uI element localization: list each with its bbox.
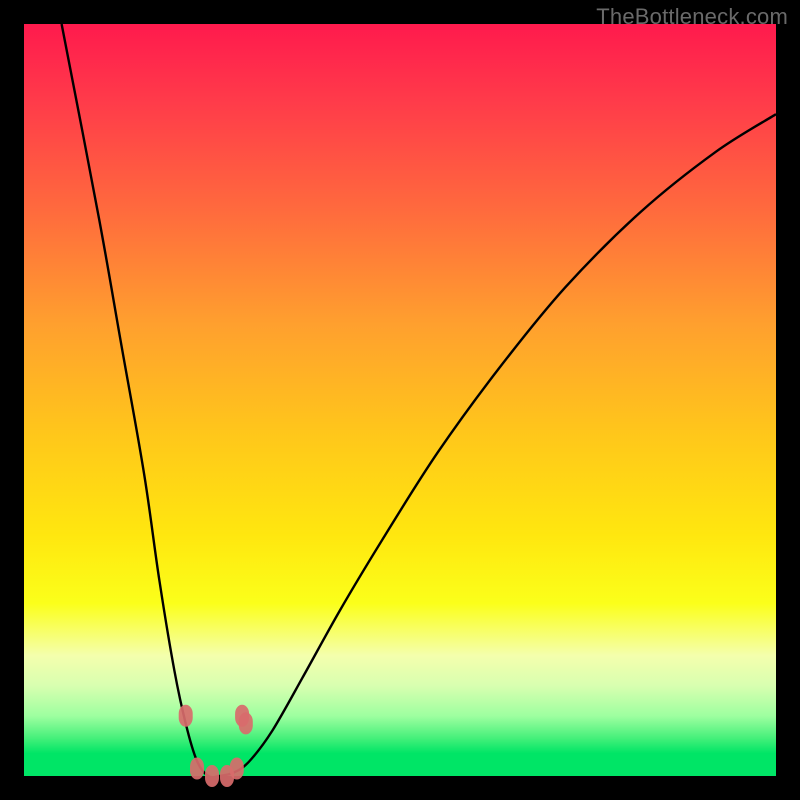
curve-marker	[190, 758, 204, 780]
curve-marker	[179, 705, 193, 727]
curve-marker	[205, 765, 219, 787]
curve-marker	[230, 758, 244, 780]
curve-markers	[179, 705, 253, 787]
plot-area	[24, 24, 776, 776]
watermark-text: TheBottleneck.com	[596, 4, 788, 30]
curve-marker	[239, 712, 253, 734]
bottleneck-curve	[24, 24, 776, 776]
curve-path	[62, 24, 776, 777]
